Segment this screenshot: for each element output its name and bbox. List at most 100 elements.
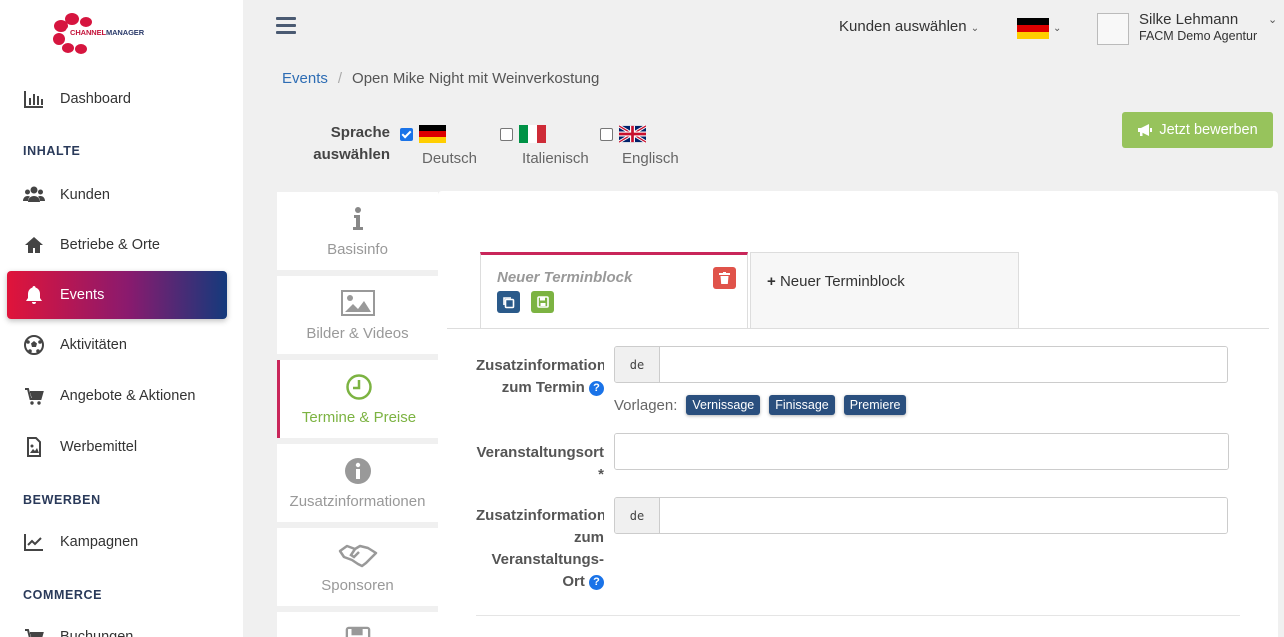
bar-chart-icon	[7, 88, 60, 110]
flag-de-icon	[1017, 18, 1049, 39]
sidebar-item-label: Angebote & Aktionen	[60, 388, 196, 404]
hamburger-menu-icon[interactable]	[276, 17, 296, 35]
help-icon[interactable]: ?	[589, 380, 604, 396]
copy-icon	[503, 296, 515, 308]
templates-row: Vorlagen: Vernissage Finissage Premiere	[614, 395, 907, 415]
venue-info-input[interactable]	[660, 498, 1227, 533]
plus-icon: +	[767, 273, 776, 290]
info-icon	[352, 206, 363, 230]
bell-icon	[7, 284, 60, 306]
sidebar-item-buchungen[interactable]: Buchungen	[7, 613, 227, 637]
sidebar-item-label: Buchungen	[60, 629, 134, 637]
sidebar-item-label: Betriebe & Orte	[60, 237, 160, 253]
clock-icon	[346, 373, 372, 400]
template-finissage[interactable]: Finissage	[769, 395, 835, 415]
checkbox-italienisch[interactable]	[500, 127, 513, 141]
save-icon	[536, 296, 549, 308]
logo-text: CHANNELMANAGER	[70, 28, 145, 37]
sidebar-item-label: Events	[60, 287, 105, 303]
section-divider	[476, 615, 1240, 616]
termine-card: Neuer Terminblock + Neuer Terminblock Zu…	[438, 191, 1278, 637]
sidebar-item-kampagnen[interactable]: Kampagnen	[7, 518, 227, 566]
add-terminblock-tab[interactable]: + Neuer Terminblock	[750, 252, 1019, 328]
extra-info-input[interactable]	[660, 347, 1227, 382]
language-name: Englisch	[622, 150, 679, 167]
language-name: Italienisch	[522, 150, 589, 167]
template-vernissage[interactable]: Vernissage	[686, 395, 761, 415]
section-heading-promote: BEWERBEN	[23, 493, 101, 507]
breadcrumb: Events / Open Mike Night mit Weinverkost…	[282, 70, 599, 87]
sidebar: CHANNELMANAGER Dashboard INHALTE Kunden …	[0, 0, 243, 637]
chevron-down-icon[interactable]: ⌄	[1268, 13, 1277, 26]
tabs-divider	[447, 328, 1269, 329]
checkbox-deutsch[interactable]	[400, 127, 413, 141]
sidebar-item-label: Aktivitäten	[60, 337, 127, 353]
sidebar-item-dashboard[interactable]: Dashboard	[7, 75, 227, 123]
language-option-englisch[interactable]: Englisch	[600, 124, 679, 167]
language-addon: de	[615, 347, 660, 382]
tab-zusatzinformationen[interactable]: Zusatzinformationen	[277, 444, 438, 522]
sidebar-item-label: Dashboard	[60, 91, 131, 107]
language-name: Deutsch	[422, 150, 478, 167]
flag-it-icon	[519, 125, 546, 143]
language-option-italienisch[interactable]: Italienisch	[500, 124, 589, 167]
soccer-ball-icon	[7, 334, 60, 356]
megaphone-icon	[1138, 124, 1153, 136]
sidebar-item-betriebe-orte[interactable]: Betriebe & Orte	[7, 221, 227, 269]
avatar[interactable]	[1097, 13, 1129, 45]
template-premiere[interactable]: Premiere	[843, 395, 907, 415]
breadcrumb-separator: /	[337, 70, 343, 87]
tab-basisinfo[interactable]: Basisinfo	[277, 192, 438, 270]
breadcrumb-link-events[interactable]: Events	[282, 70, 328, 87]
sidebar-item-label: Kampagnen	[60, 534, 139, 550]
sidebar-item-label: Werbemittel	[60, 439, 138, 455]
tab-bilder-videos[interactable]: Bilder & Videos	[277, 276, 438, 354]
jetzt-bewerben-button[interactable]: Jetzt bewerben	[1122, 112, 1273, 148]
home-icon	[7, 234, 60, 256]
line-chart-icon	[7, 531, 60, 553]
save-icon	[345, 626, 370, 637]
help-icon[interactable]: ?	[589, 574, 604, 590]
section-heading-content: INHALTE	[23, 144, 81, 158]
sidebar-item-events[interactable]: Events	[7, 271, 227, 319]
terminblock-title: Neuer Terminblock	[497, 269, 633, 286]
add-terminblock-label: + Neuer Terminblock	[767, 273, 905, 290]
chevron-down-icon: ⌄	[1053, 23, 1062, 34]
tab-termine-preise[interactable]: Termine & Preise	[277, 360, 438, 438]
language-addon: de	[615, 498, 660, 533]
tab-sponsoren[interactable]: Sponsoren	[277, 528, 438, 606]
breadcrumb-current: Open Mike Night mit Weinverkostung	[352, 70, 600, 87]
tab-label: Termine & Preise	[301, 408, 417, 426]
sidebar-item-kunden[interactable]: Kunden	[7, 171, 227, 219]
extra-info-label: Zusatzinformation zum Termin ?	[476, 357, 604, 396]
user-name[interactable]: Silke Lehmann	[1139, 11, 1238, 28]
customer-select[interactable]: Kunden auswählen ⌄	[839, 18, 979, 35]
sidebar-item-aktivitaeten[interactable]: Aktivitäten	[7, 321, 227, 369]
image-icon	[340, 289, 375, 316]
flag-de-icon	[419, 125, 446, 143]
delete-terminblock-button[interactable]	[713, 267, 736, 289]
venue-input[interactable]	[615, 434, 1228, 469]
checkbox-englisch[interactable]	[600, 127, 613, 141]
tab-more[interactable]	[277, 612, 438, 637]
venue-input-group	[614, 433, 1229, 470]
language-option-deutsch[interactable]: Deutsch	[400, 124, 477, 167]
topbar: Kunden auswählen ⌄ ⌄ Silke Lehmann FACM …	[243, 0, 1284, 56]
sidebar-item-werbemittel[interactable]: Werbemittel	[7, 423, 227, 471]
copy-terminblock-button[interactable]	[497, 291, 520, 313]
venue-info-input-group: de	[614, 497, 1228, 534]
sidebar-item-label: Kunden	[60, 187, 110, 203]
flag-uk-icon	[619, 125, 646, 143]
sidebar-item-angebote[interactable]: Angebote & Aktionen	[7, 372, 227, 420]
templates-label: Vorlagen:	[614, 396, 678, 414]
venue-info-label: Zusatzinformation zum Veranstaltungs- Or…	[476, 507, 604, 590]
venue-label: Veranstaltungsort *	[476, 442, 604, 486]
language-switcher[interactable]: ⌄	[1017, 18, 1061, 39]
save-terminblock-button[interactable]	[531, 291, 554, 313]
tab-label: Bilder & Videos	[306, 324, 409, 342]
users-icon	[7, 184, 60, 206]
terminblock-tab-active[interactable]: Neuer Terminblock	[480, 252, 748, 328]
cart-icon	[7, 626, 60, 637]
section-heading-commerce: COMMERCE	[23, 588, 103, 602]
shopping-cart-icon	[7, 385, 60, 407]
